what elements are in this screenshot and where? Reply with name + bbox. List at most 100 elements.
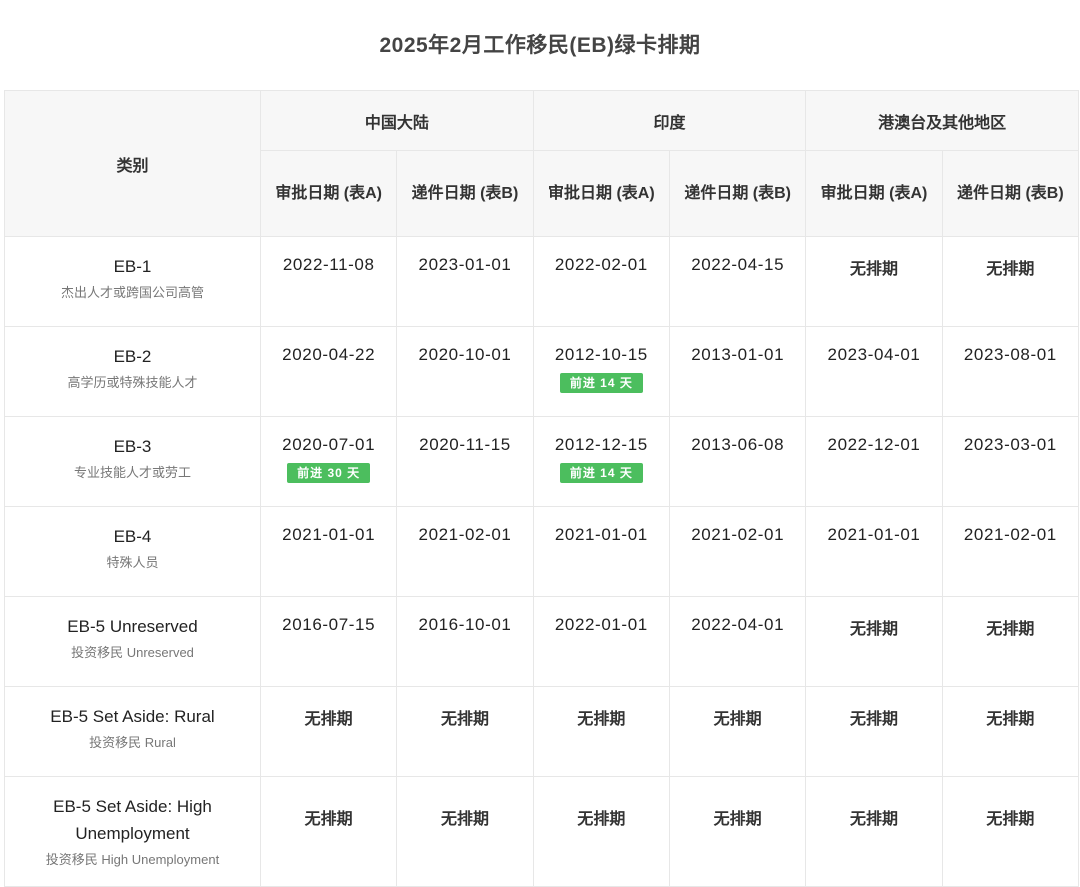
- date-cell: 2012-10-15 前进 14 天: [532, 326, 671, 417]
- date-value: 无排期: [577, 711, 626, 728]
- date-value: 2012-10-15: [554, 345, 648, 364]
- header-category: 类别: [4, 90, 261, 237]
- page-title: 2025年2月工作移民(EB)绿卡排期: [379, 34, 701, 57]
- header-col-a: 审批日期 (表A): [532, 150, 671, 237]
- date-value: 2022-02-01: [554, 255, 648, 274]
- category-cell: EB-3 专业技能人才或劳工: [4, 416, 261, 507]
- date-value: 2020-04-22: [282, 345, 376, 364]
- date-cell: 2023-01-01: [396, 236, 534, 327]
- date-value: 2022-01-01: [554, 615, 648, 634]
- date-cell: 2023-03-01: [941, 416, 1080, 507]
- category-name: EB-5 Set Aside: High Unemployment: [53, 797, 212, 843]
- date-cell: 2021-01-01: [805, 506, 943, 597]
- date-cell: 无排期: [532, 776, 671, 887]
- date-cell: 无排期: [941, 776, 1080, 887]
- date-value: 2021-02-01: [418, 525, 512, 544]
- date-cell: 2021-02-01: [396, 506, 534, 597]
- date-value: 无排期: [986, 711, 1035, 728]
- date-value: 无排期: [713, 811, 762, 828]
- category-cell: EB-5 Set Aside: Rural 投资移民 Rural: [4, 686, 261, 777]
- date-cell: 2022-12-01: [805, 416, 943, 507]
- date-cell: 无排期: [941, 236, 1080, 327]
- date-value: 2016-10-01: [418, 615, 512, 634]
- date-cell: 无排期: [259, 686, 398, 777]
- header-region-india: 印度: [532, 90, 807, 151]
- date-cell: 2022-04-01: [668, 596, 807, 687]
- date-value: 2020-10-01: [418, 345, 512, 364]
- visa-bulletin-table: 类别 中国大陆 印度 港澳台及其他地区 审批日期 (表A) 递件日期 (表B) …: [4, 90, 1080, 887]
- table-row: EB-3 专业技能人才或劳工 2020-07-01 前进 30 天 2020-11-15…: [4, 416, 1080, 507]
- category-description: 专业技能人才或劳工: [73, 465, 191, 480]
- date-cell: 2023-08-01: [941, 326, 1080, 417]
- table-row: EB-4 特殊人员 2021-01-01 2021-02-01 2021-01-01 20…: [4, 506, 1080, 597]
- date-cell: 无排期: [941, 596, 1080, 687]
- date-cell: 2020-11-15: [396, 416, 534, 507]
- category-cell: EB-5 Unreserved 投资移民 Unreserved: [4, 596, 261, 687]
- date-cell: 2023-04-01: [805, 326, 943, 417]
- date-cell: 2020-04-22: [259, 326, 398, 417]
- header-region-china: 中国大陆: [260, 90, 534, 151]
- category-name: EB-4: [113, 527, 152, 546]
- date-value: 2013-06-08: [691, 435, 785, 454]
- header-col-b: 递件日期 (表B): [668, 150, 807, 237]
- header-col-b: 递件日期 (表B): [396, 150, 534, 237]
- category-name: EB-5 Set Aside: Rural: [50, 707, 215, 726]
- category-description: 杰出人才或跨国公司高管: [60, 285, 204, 300]
- date-value: 无排期: [440, 711, 489, 728]
- date-value: 2022-11-08: [282, 255, 375, 274]
- header-region-other: 港澳台及其他地区: [805, 90, 1080, 151]
- date-value: 2023-08-01: [963, 345, 1057, 364]
- advance-badge: 前进 14 天: [559, 463, 643, 483]
- date-cell: 2021-02-01: [941, 506, 1080, 597]
- category-name: EB-2: [113, 347, 152, 366]
- date-value: 2022-12-01: [827, 435, 921, 454]
- header-col-b: 递件日期 (表B): [941, 150, 1080, 237]
- date-cell: 无排期: [941, 686, 1080, 777]
- category-name: EB-5 Unreserved: [67, 617, 198, 636]
- date-cell: 无排期: [668, 686, 807, 777]
- date-value: 无排期: [577, 811, 626, 828]
- date-value: 无排期: [850, 261, 899, 278]
- date-value: 无排期: [986, 621, 1035, 638]
- date-cell: 2022-04-15: [668, 236, 807, 327]
- date-cell: 无排期: [396, 776, 534, 887]
- date-cell: 2022-11-08: [259, 236, 398, 327]
- category-description: 投资移民 High Unemployment: [45, 852, 220, 867]
- date-value: 2021-01-01: [827, 525, 921, 544]
- date-value: 2021-02-01: [691, 525, 785, 544]
- category-cell: EB-4 特殊人员: [4, 506, 261, 597]
- date-value: 2020-11-15: [419, 435, 511, 454]
- date-cell: 2021-01-01: [532, 506, 671, 597]
- date-value: 无排期: [850, 811, 899, 828]
- table-row: EB-5 Set Aside: High Unemployment 投资移民 Hi…: [4, 776, 1080, 887]
- category-cell: EB-5 Set Aside: High Unemployment 投资移民 Hi…: [4, 776, 261, 887]
- category-description: 投资移民 Unreserved: [71, 645, 194, 660]
- date-value: 无排期: [713, 711, 762, 728]
- date-cell: 2022-01-01: [532, 596, 671, 687]
- date-cell: 2016-07-15: [259, 596, 398, 687]
- table-row: EB-2 高学历或特殊技能人才 2020-04-22 2020-10-01 2012-1…: [4, 326, 1080, 417]
- date-value: 2023-04-01: [827, 345, 921, 364]
- category-description: 特殊人员: [106, 555, 159, 570]
- date-cell: 无排期: [396, 686, 534, 777]
- date-value: 无排期: [850, 711, 899, 728]
- date-value: 2022-04-15: [691, 255, 785, 274]
- category-description: 高学历或特殊技能人才: [67, 375, 198, 390]
- date-cell: 无排期: [805, 236, 943, 327]
- date-cell: 2012-12-15 前进 14 天: [532, 416, 671, 507]
- date-value: 无排期: [440, 811, 489, 828]
- category-cell: EB-2 高学历或特殊技能人才: [4, 326, 261, 417]
- date-value: 2016-07-15: [282, 615, 376, 634]
- date-cell: 无排期: [805, 686, 943, 777]
- date-cell: 2013-06-08: [668, 416, 807, 507]
- date-value: 2020-07-01: [282, 435, 376, 454]
- date-cell: 2020-10-01: [396, 326, 534, 417]
- date-value: 2021-01-01: [554, 525, 648, 544]
- date-cell: 无排期: [532, 686, 671, 777]
- date-value: 2013-01-01: [691, 345, 785, 364]
- advance-badge: 前进 30 天: [287, 463, 371, 483]
- table-row: EB-1 杰出人才或跨国公司高管 2022-11-08 2023-01-01 2022-…: [4, 236, 1080, 327]
- date-cell: 2016-10-01: [396, 596, 534, 687]
- date-cell: 无排期: [805, 596, 943, 687]
- date-value: 2012-12-15: [554, 435, 648, 454]
